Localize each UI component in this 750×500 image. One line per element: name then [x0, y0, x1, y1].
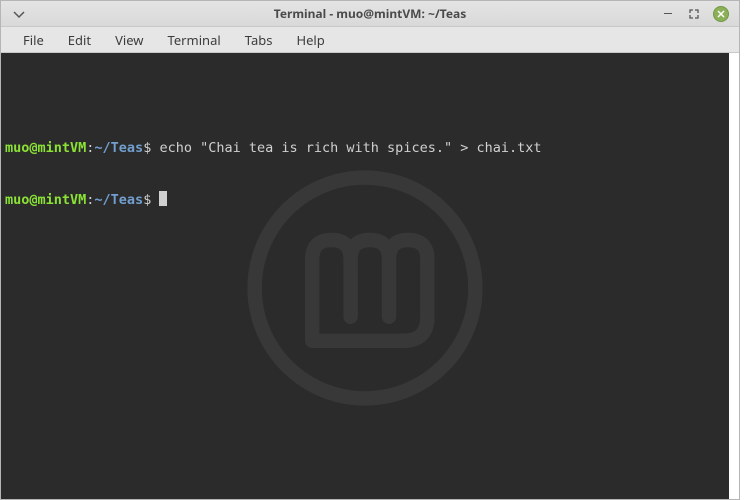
terminal-body[interactable]: muo@mintVM:~/Teas$ echo "Chai tea is ric…	[1, 53, 729, 499]
menu-help[interactable]: Help	[286, 29, 334, 51]
scrollbar[interactable]	[729, 53, 739, 499]
terminal-cursor	[159, 191, 167, 206]
menu-edit[interactable]: Edit	[58, 29, 101, 51]
close-icon	[713, 6, 729, 22]
window-title: Terminal - muo@mintVM: ~/Teas	[1, 5, 739, 22]
prompt-user-host: muo@mintVM	[5, 192, 86, 208]
window-menu-button[interactable]	[13, 9, 25, 19]
menubar: File Edit View Terminal Tabs Help	[1, 27, 739, 53]
terminal-command: echo "Chai tea is rich with spices." > c…	[159, 140, 541, 156]
menu-terminal[interactable]: Terminal	[158, 29, 231, 51]
prompt-path: ~/Teas	[94, 140, 143, 156]
titlebar[interactable]: Terminal - muo@mintVM: ~/Teas	[1, 1, 739, 27]
terminal-window: Terminal - muo@mintVM: ~/Teas File Edit …	[0, 0, 740, 500]
maximize-button[interactable]	[687, 7, 701, 21]
terminal-container: muo@mintVM:~/Teas$ echo "Chai tea is ric…	[1, 53, 739, 499]
menu-view[interactable]: View	[105, 29, 153, 51]
terminal-line: muo@mintVM:~/Teas$	[5, 191, 725, 209]
prompt-symbol: $	[143, 140, 151, 156]
terminal-line: muo@mintVM:~/Teas$ echo "Chai tea is ric…	[5, 140, 725, 157]
maximize-icon	[689, 9, 699, 19]
minimize-button[interactable]	[661, 7, 675, 21]
menu-tabs[interactable]: Tabs	[235, 29, 283, 51]
prompt-user-host: muo@mintVM	[5, 140, 86, 156]
close-button[interactable]	[713, 6, 729, 22]
prompt-path: ~/Teas	[94, 192, 143, 208]
scrollbar-thumb[interactable]	[729, 53, 739, 499]
prompt-symbol: $	[143, 192, 151, 208]
menu-file[interactable]: File	[13, 29, 54, 51]
